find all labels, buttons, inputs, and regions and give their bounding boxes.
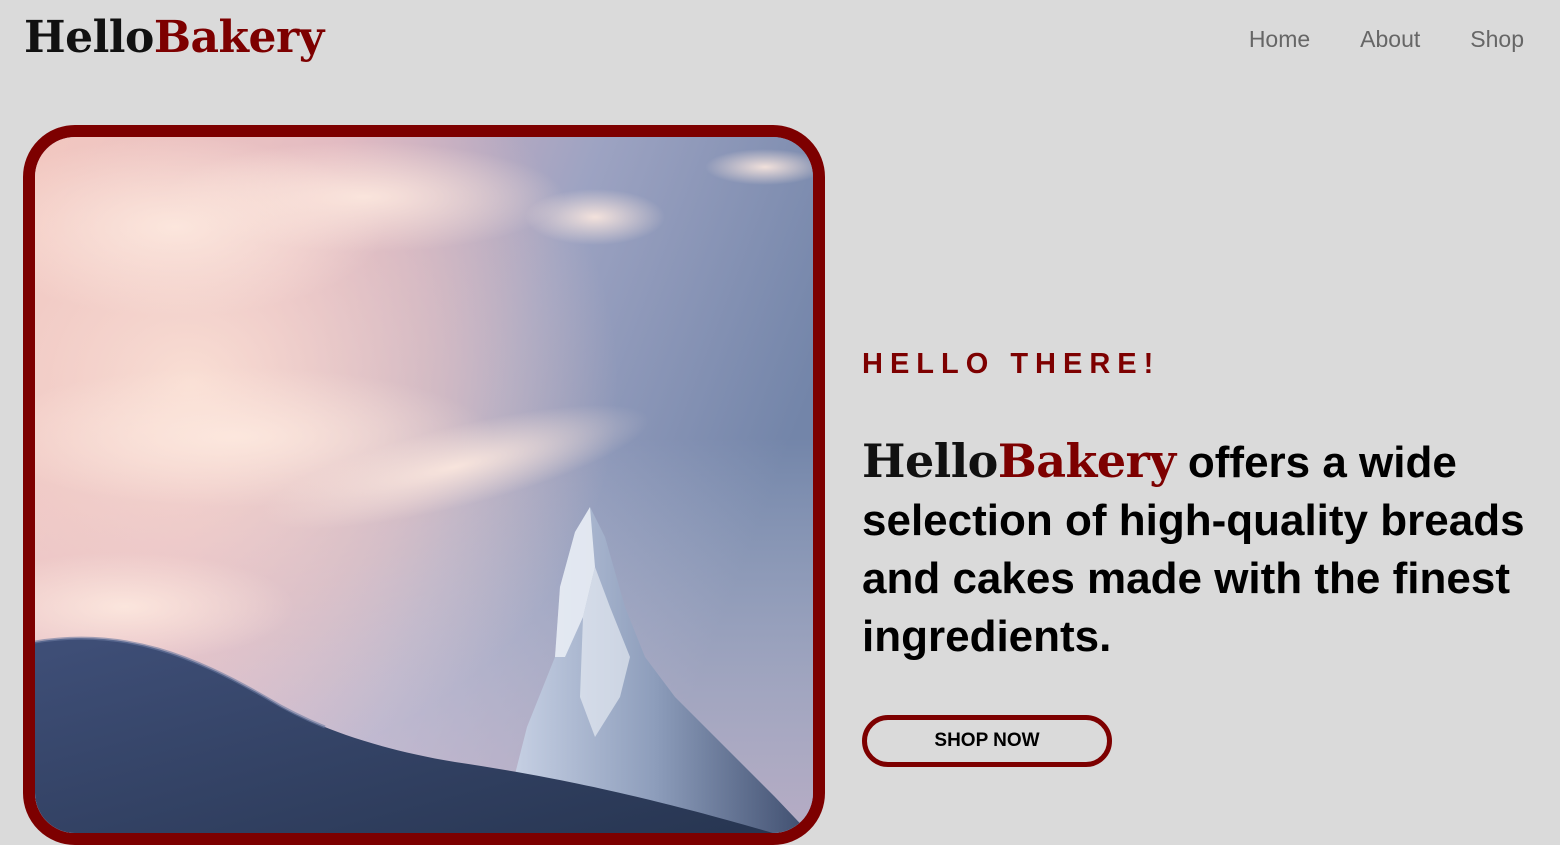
hero-headline: HelloBakery offers a wide selection of h… xyxy=(862,432,1542,666)
site-logo[interactable]: HelloBakery xyxy=(24,10,324,66)
headline-brand-hello: Hello xyxy=(862,434,998,488)
nav-link-about[interactable]: About xyxy=(1360,24,1420,54)
shop-now-button[interactable]: SHOP NOW xyxy=(862,715,1112,767)
nav-link-home[interactable]: Home xyxy=(1249,24,1310,54)
main-nav: Home About Shop xyxy=(1249,24,1524,54)
logo-hello: Hello xyxy=(24,12,154,63)
hero-image-frame xyxy=(23,125,825,845)
nav-link-shop[interactable]: Shop xyxy=(1470,24,1524,54)
logo-bakery: Bakery xyxy=(153,12,324,63)
headline-brand-bakery: Bakery xyxy=(997,434,1176,488)
hero-eyebrow: HELLO THERE! xyxy=(862,348,1161,380)
site-header: HelloBakery Home About Shop xyxy=(0,0,1560,80)
hero-mountain-image xyxy=(35,137,813,833)
hero-intro: HELLO THERE! HelloBakery offers a wide s… xyxy=(862,340,1542,666)
